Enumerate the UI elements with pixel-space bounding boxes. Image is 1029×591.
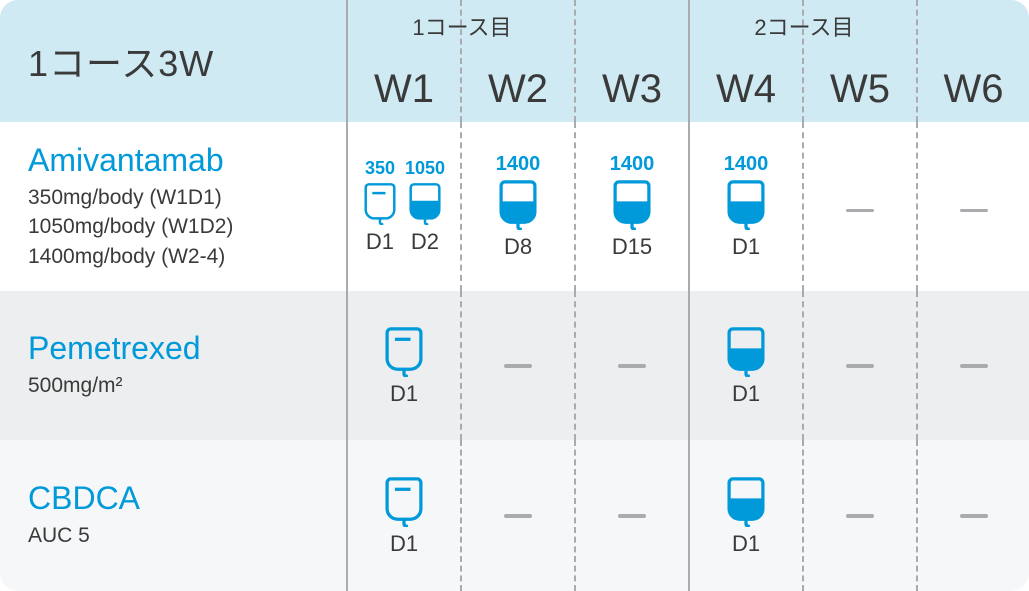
day-label: D15 xyxy=(612,234,652,260)
no-dose-icon xyxy=(618,514,646,518)
no-dose-icon xyxy=(960,364,988,368)
day-label: D1 xyxy=(390,381,418,407)
day-label: D1 xyxy=(732,381,760,407)
schedule-cell xyxy=(916,122,1029,291)
drug-dose: AUC 5 xyxy=(28,521,90,550)
iv-bag-icon xyxy=(726,178,766,230)
no-dose-icon xyxy=(504,514,532,518)
course2-label: 2コース目 xyxy=(748,10,860,42)
schedule-cell: D1 xyxy=(346,440,460,591)
day-label: D1 xyxy=(366,229,394,255)
no-dose-icon xyxy=(846,209,874,212)
no-dose-icon xyxy=(504,364,532,368)
no-dose-icon xyxy=(618,364,646,368)
schedule-cell xyxy=(802,122,916,291)
schedule-cell: 350 D1 1050 D2 xyxy=(346,122,460,291)
schedule-cell: 1400 D8 xyxy=(460,122,574,291)
day-label: D1 xyxy=(390,531,418,557)
header-title-cell: 1コース3W xyxy=(0,0,346,122)
header-w2: 1コース目 W2 xyxy=(460,0,574,122)
week-label: W5 xyxy=(830,67,890,112)
day-label: D1 xyxy=(732,234,760,260)
no-dose-icon xyxy=(846,514,874,518)
drug-name-cell: CBDCA AUC 5 xyxy=(0,440,346,591)
iv-bag-icon xyxy=(363,181,397,225)
header-w5: 2コース目 W5 xyxy=(802,0,916,122)
header-w3: W3 xyxy=(574,0,688,122)
iv-bag-icon xyxy=(384,325,424,377)
week-label: W6 xyxy=(944,67,1004,112)
header-w6: W6 xyxy=(916,0,1029,122)
schedule-cell xyxy=(916,291,1029,440)
iv-bag-icon xyxy=(726,475,766,527)
iv-bag-icon xyxy=(408,181,442,225)
dose-label: 350 xyxy=(365,158,395,179)
dose-label: 1400 xyxy=(496,153,541,176)
iv-bag-icon xyxy=(612,178,652,230)
week-label: W4 xyxy=(716,67,776,112)
drug-name: CBDCA xyxy=(28,480,140,517)
week-label: W3 xyxy=(602,67,662,112)
dose-label: 1400 xyxy=(724,153,769,176)
day-label: D2 xyxy=(411,229,439,255)
grid: 1コース3W W1 1コース目 W2 W3 W4 2コース目 W5 W6 Ami… xyxy=(0,0,1029,591)
drug-dose: 1400mg/body (W2-4) xyxy=(28,242,225,271)
schedule-cell xyxy=(460,291,574,440)
drug-dose: 500mg/m² xyxy=(28,371,123,400)
drug-dose: 1050mg/body (W1D2) xyxy=(28,212,233,241)
schedule-cell: 1400 D15 xyxy=(574,122,688,291)
no-dose-icon xyxy=(960,209,988,212)
schedule-cell xyxy=(574,440,688,591)
dose-label: 1400 xyxy=(610,153,655,176)
iv-bag-icon xyxy=(498,178,538,230)
drug-dose: 350mg/body (W1D1) xyxy=(28,183,222,212)
course1-label: 1コース目 xyxy=(406,10,518,42)
no-dose-icon xyxy=(846,364,874,368)
week-label: W2 xyxy=(488,67,548,112)
iv-bag-icon xyxy=(726,325,766,377)
schedule-table: 1コース3W W1 1コース目 W2 W3 W4 2コース目 W5 W6 Ami… xyxy=(0,0,1029,591)
schedule-cell: D1 xyxy=(688,440,802,591)
schedule-cell xyxy=(460,440,574,591)
drug-name: Amivantamab xyxy=(28,142,224,179)
day-label: D1 xyxy=(732,531,760,557)
schedule-cell xyxy=(802,291,916,440)
schedule-cell: D1 xyxy=(346,291,460,440)
cycle-title: 1コース3W xyxy=(28,35,214,87)
schedule-cell xyxy=(916,440,1029,591)
schedule-cell: 1400 D1 xyxy=(688,122,802,291)
schedule-cell: D1 xyxy=(688,291,802,440)
iv-bag-icon xyxy=(384,475,424,527)
dose-label: 1050 xyxy=(405,158,445,179)
no-dose-icon xyxy=(960,514,988,518)
drug-name: Pemetrexed xyxy=(28,330,201,367)
schedule-cell xyxy=(802,440,916,591)
week-label: W1 xyxy=(374,67,434,112)
twin-bag: 350 D1 1050 D2 xyxy=(363,158,445,255)
drug-name-cell: Pemetrexed 500mg/m² xyxy=(0,291,346,440)
day-label: D8 xyxy=(504,234,532,260)
schedule-cell xyxy=(574,291,688,440)
drug-name-cell: Amivantamab 350mg/body (W1D1) 1050mg/bod… xyxy=(0,122,346,291)
